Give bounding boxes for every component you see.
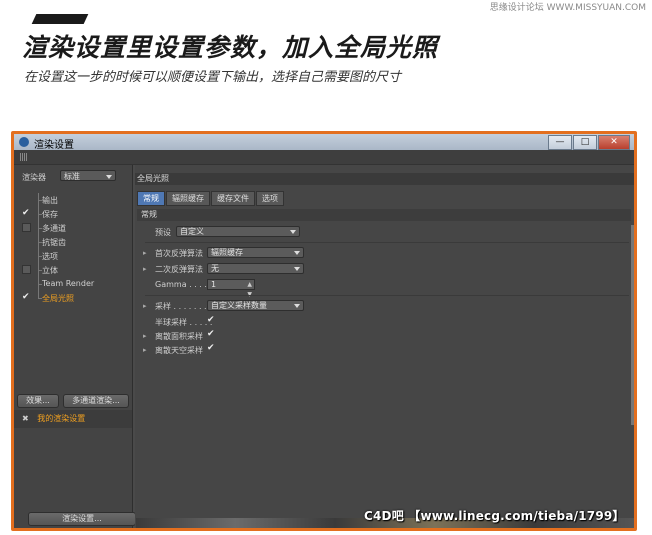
tree-item-antialiasing[interactable]: 抗锯齿 [14, 235, 132, 249]
primary-method-dropdown[interactable]: 辐照缓存 [207, 247, 304, 258]
preset-label: 预设 [155, 228, 171, 237]
chevron-down-icon [294, 251, 300, 255]
tree-item-label: 选项 [42, 252, 58, 261]
secondary-method-row: ▸ 二次反弹算法 [143, 264, 203, 275]
discrete-sky-checkbox[interactable]: ✔ [207, 344, 216, 353]
spinner-icon[interactable]: ▲▼ [247, 280, 252, 300]
watermark-text: C4D吧 【www.linecg.com/tieba/1799】 [364, 509, 625, 523]
chevron-down-icon [294, 267, 300, 271]
tree-item-multipass[interactable]: 多通道 [14, 221, 132, 235]
sampling-dropdown[interactable]: 自定义采样数量 [207, 300, 304, 311]
tab-cache-files[interactable]: 缓存文件 [211, 191, 255, 206]
gamma-input[interactable]: 1 ▲▼ [207, 279, 255, 298]
render-settings-button[interactable]: 渲染设置... [28, 512, 136, 526]
preset-dropdown[interactable]: 自定义 [176, 226, 300, 237]
tree-item-stereo[interactable]: 立体 [14, 263, 132, 277]
title-decoration [31, 14, 89, 24]
settings-tree: 输出 ✔ 保存 多通道 抗锯齿 选项 立体 Team Render ✔ 全局光照 [14, 193, 132, 305]
tab-options[interactable]: 选项 [256, 191, 284, 206]
chevron-down-icon [294, 304, 300, 308]
renderer-select-value: 标准 [64, 172, 80, 181]
page-headline: 渲染设置里设置参数，加入全局光照 [22, 33, 439, 62]
expand-arrow-icon[interactable]: ▸ [143, 346, 147, 354]
hemisphere-sampling-checkbox[interactable]: ✔ [207, 316, 216, 325]
tree-item-label: 多通道 [42, 224, 66, 233]
multipass-render-button[interactable]: 多通道渲染... [63, 394, 129, 408]
chevron-down-icon [290, 230, 296, 234]
checkmark-icon[interactable]: ✔ [22, 293, 31, 302]
hemisphere-sampling-label: 半球采样 . . . . . [155, 318, 213, 327]
preset-value: 自定义 [180, 227, 204, 236]
expand-arrow-icon[interactable]: ▸ [143, 332, 147, 340]
effects-button[interactable]: 效果... [17, 394, 59, 408]
render-settings-window: 渲染设置 — □ ✕ 渲染器 标准 输出 ✔ 保存 多通道 抗锯齿 选项 立体 … [14, 134, 634, 528]
page-subheadline: 在设置这一步的时候可以顺便设置下输出，选择自己需要图的尺寸 [24, 70, 402, 85]
preset-item-label: 我的渲染设置 [37, 414, 86, 423]
tree-item-team-render[interactable]: Team Render [14, 277, 132, 291]
maximize-button[interactable]: □ [573, 135, 597, 150]
preset-item-my-render-settings[interactable]: ✖ 我的渲染设置 [22, 413, 85, 424]
tab-irradiance-cache[interactable]: 辐照缓存 [166, 191, 210, 206]
tree-item-label: 输出 [42, 196, 58, 205]
discrete-area-row: ▸ 离散面积采样 [143, 331, 203, 342]
tree-item-options[interactable]: 选项 [14, 249, 132, 263]
tree-item-label: 立体 [42, 266, 58, 275]
secondary-method-label: 二次反弹算法 [155, 265, 203, 274]
close-button[interactable]: ✕ [598, 135, 630, 150]
minimize-button[interactable]: — [548, 135, 572, 150]
render-preset-list: ✖ 我的渲染设置 [14, 410, 132, 428]
primary-method-label: 首次反弹算法 [155, 249, 203, 258]
secondary-method-value: 无 [211, 264, 219, 273]
tree-item-label: Team Render [42, 279, 95, 288]
checkbox[interactable] [22, 265, 31, 274]
discrete-sky-row: ▸ 离散天空采样 [143, 345, 203, 356]
tree-item-output[interactable]: 输出 [14, 193, 132, 207]
settings-panel: 全局光照 常规 辐照缓存 缓存文件 选项 常规 预设 自定义 ▸ 首次反弹算法 … [135, 165, 634, 528]
window-toolbar [14, 150, 634, 165]
tree-item-save[interactable]: ✔ 保存 [14, 207, 132, 221]
checkmark-icon[interactable]: ✔ [22, 209, 31, 218]
renderer-label: 渲染器 [22, 173, 46, 182]
grip-icon[interactable] [20, 153, 28, 161]
expand-arrow-icon[interactable]: ▸ [143, 265, 147, 273]
window-titlebar[interactable]: 渲染设置 — □ ✕ [14, 134, 634, 151]
render-setting-icon: ✖ [22, 414, 29, 423]
tree-item-label: 抗锯齿 [42, 238, 66, 247]
discrete-area-label: 离散面积采样 [155, 332, 203, 341]
section-header-general: 常规 [137, 209, 631, 221]
primary-method-value: 辐照缓存 [211, 248, 243, 257]
primary-method-row: ▸ 首次反弹算法 [143, 248, 203, 259]
secondary-method-dropdown[interactable]: 无 [207, 263, 304, 274]
tree-item-label: 保存 [42, 210, 58, 219]
gamma-value: 1 [211, 280, 217, 289]
tree-item-global-illumination[interactable]: ✔ 全局光照 [14, 291, 132, 305]
sampling-label: 采样 . . . . . . . [155, 302, 207, 311]
settings-sidebar: 渲染器 标准 输出 ✔ 保存 多通道 抗锯齿 选项 立体 Team Render… [14, 165, 136, 528]
renderer-select[interactable]: 标准 [60, 170, 116, 181]
sampling-row: ▸ 采样 . . . . . . . [143, 301, 207, 312]
discrete-area-checkbox[interactable]: ✔ [207, 330, 216, 339]
panel-title: 全局光照 [135, 173, 634, 185]
gamma-label: Gamma . . . . . [155, 280, 213, 289]
site-credit: 思缘设计论坛 WWW.MISSYUAN.COM [489, 3, 646, 13]
expand-arrow-icon[interactable]: ▸ [143, 302, 147, 310]
window-title: 渲染设置 [34, 140, 74, 151]
sampling-value: 自定义采样数量 [211, 301, 267, 310]
chevron-down-icon [106, 175, 112, 179]
discrete-sky-label: 离散天空采样 [155, 346, 203, 355]
tree-item-label: 全局光照 [42, 294, 74, 303]
cinema4d-app-icon [19, 137, 29, 147]
expand-arrow-icon[interactable]: ▸ [143, 249, 147, 257]
checkbox[interactable] [22, 223, 31, 232]
tab-general[interactable]: 常规 [137, 191, 165, 206]
panel-scrollbar[interactable] [631, 225, 634, 425]
